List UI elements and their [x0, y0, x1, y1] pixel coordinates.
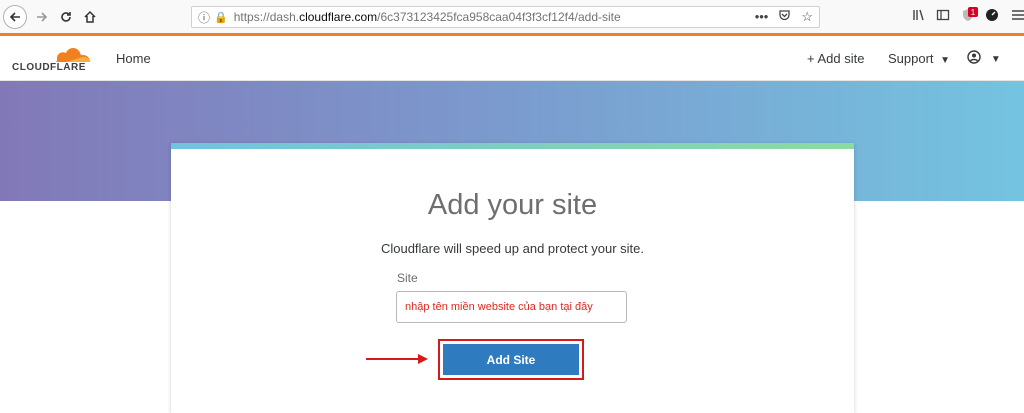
- library-icon[interactable]: [912, 8, 926, 25]
- url-prefix: https://dash.: [233, 10, 300, 24]
- user-menu[interactable]: ▼: [967, 49, 1001, 65]
- add-site-button[interactable]: Add Site: [443, 344, 579, 375]
- card-stripe: [171, 143, 854, 149]
- bookmark-star-icon[interactable]: ☆: [801, 9, 813, 25]
- site-field-label: Site: [397, 271, 418, 285]
- add-site-card: Add your site Cloudflare will speed up a…: [171, 143, 854, 413]
- cloudflare-logo[interactable]: CLOUDFLARE: [12, 44, 92, 74]
- more-actions-icon[interactable]: •••: [755, 9, 769, 25]
- url-domain: cloudflare.com: [299, 10, 378, 24]
- logo-text: CLOUDFLARE: [12, 62, 86, 73]
- annotation-highlight-box: Add Site: [438, 339, 584, 380]
- url-path: /6c373123425fca958caa04f3f3cf12f4/add-si…: [377, 10, 621, 24]
- annotation-arrow: [366, 354, 428, 364]
- chevron-down-icon: ▼: [990, 54, 1001, 65]
- support-label: Support: [888, 51, 934, 66]
- page-title: Add your site: [427, 189, 598, 221]
- support-dropdown[interactable]: Support ▼: [888, 51, 950, 66]
- chevron-down-icon: ▼: [940, 55, 951, 66]
- nav-home-link[interactable]: Home: [116, 51, 151, 66]
- notification-badge: 1: [968, 7, 978, 17]
- sidebar-icon[interactable]: [936, 8, 950, 25]
- home-icon[interactable]: [78, 5, 102, 29]
- menu-icon[interactable]: [1012, 8, 1024, 25]
- back-icon[interactable]: [3, 5, 27, 29]
- extension-icon[interactable]: [985, 8, 999, 25]
- pocket-icon[interactable]: [778, 9, 791, 25]
- add-site-link[interactable]: + Add site: [807, 51, 864, 66]
- url-bar[interactable]: ⓘ 🔒 https://dash. cloudflare.com/6c373123…: [191, 6, 820, 28]
- site-header: CLOUDFLARE Home + Add site Support ▼ ▼: [0, 36, 1024, 81]
- lock-icon: 🔒: [214, 11, 228, 24]
- browser-toolbar: ⓘ 🔒 https://dash. cloudflare.com/6c373123…: [0, 0, 1024, 34]
- page-subtitle: Cloudflare will speed up and protect you…: [380, 241, 645, 256]
- reload-icon[interactable]: [54, 5, 78, 29]
- user-icon: [967, 49, 985, 65]
- forward-icon[interactable]: [30, 5, 54, 29]
- info-icon[interactable]: ⓘ: [198, 9, 210, 26]
- site-input[interactable]: [396, 291, 627, 323]
